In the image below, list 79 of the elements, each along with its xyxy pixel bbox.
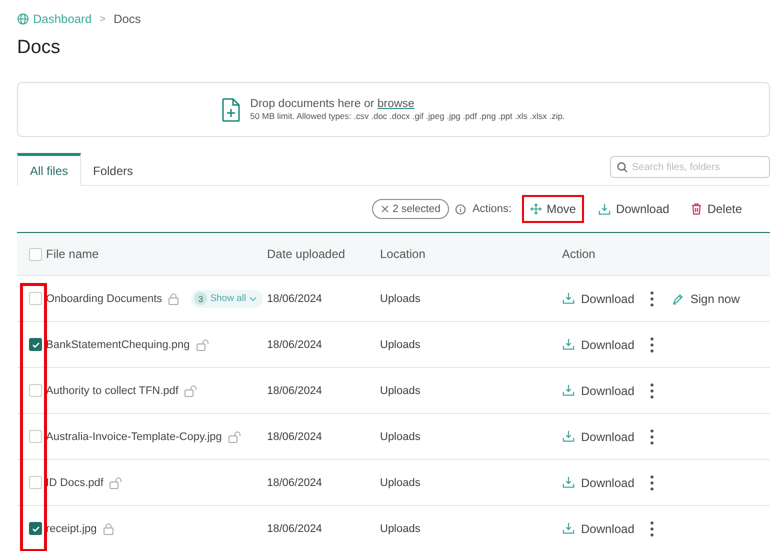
sign-now-button[interactable]: Sign now: [672, 292, 740, 306]
show-all-button[interactable]: 3 Show all: [191, 290, 264, 308]
action-button[interactable]: Download: [590, 195, 678, 223]
table-cell: 18/06/2024: [267, 522, 322, 534]
table-cell: 18/06/2024: [267, 338, 322, 350]
info-icon: [455, 204, 466, 214]
file-name[interactable]: BankStatementChequing.png: [46, 338, 190, 350]
close-icon: [380, 205, 389, 213]
breadcrumb-separator: >: [100, 14, 106, 24]
download-button[interactable]: Download: [562, 384, 634, 398]
unlocked-lock-icon: [109, 476, 124, 488]
clear-selection-chip[interactable]: 2 selected: [372, 199, 450, 219]
lock-icon: [102, 522, 114, 534]
more-icon[interactable]: [650, 520, 654, 536]
more-icon[interactable]: [650, 290, 654, 306]
check-icon: [30, 340, 40, 350]
download-icon: [562, 430, 575, 443]
file-name[interactable]: Onboarding Documents: [46, 292, 162, 304]
download-icon: [562, 384, 575, 397]
unlocked-lock-icon: [228, 430, 242, 442]
unlocked-lock-icon: [196, 338, 210, 350]
actions-label: Actions:: [472, 203, 512, 215]
tab[interactable]: All files: [17, 153, 82, 186]
tab[interactable]: Folders: [81, 153, 146, 185]
count-badge: 3: [194, 292, 208, 305]
table-cell: Uploads: [380, 430, 420, 442]
move-icon: [530, 203, 542, 215]
download-icon: [562, 522, 575, 535]
more-icon[interactable]: [650, 382, 654, 398]
download-icon: [562, 338, 575, 351]
drop-instruction: Drop documents here or browse: [250, 98, 416, 110]
more-icon[interactable]: [650, 336, 654, 352]
breadcrumb-current: Docs: [114, 12, 141, 26]
trash-icon: [691, 203, 702, 215]
file-name[interactable]: Authority to collect TFN.pdf: [46, 384, 178, 396]
allowed-types-hint: 50 MB limit. Allowed types: .csv .doc .docx .gif .jpeg .jpg .pdf .png .ppt .xls .xlsx .zip.: [250, 111, 565, 121]
download-button[interactable]: Download: [562, 430, 634, 444]
unlocked-lock-icon: [184, 384, 198, 396]
column-header: Action: [562, 247, 596, 261]
more-icon[interactable]: [650, 474, 654, 490]
chevron-down-icon: [249, 296, 258, 302]
check-icon: [30, 524, 40, 534]
lock-icon: [168, 292, 180, 304]
table-cell: 18/06/2024: [267, 476, 322, 488]
action-button[interactable]: Move: [522, 195, 584, 223]
page-title: Docs: [17, 37, 62, 60]
download-button[interactable]: Download: [562, 522, 634, 536]
table-cell: 18/06/2024: [267, 292, 322, 304]
row-checkbox[interactable]: [29, 522, 42, 535]
download-icon: [562, 292, 575, 305]
download-icon: [562, 476, 575, 489]
column-header: Location: [380, 247, 426, 261]
search-field[interactable]: Search files, folders: [610, 156, 770, 178]
download-icon: [598, 202, 611, 216]
table-cell: Uploads: [380, 522, 420, 534]
table-cell: Uploads: [380, 338, 420, 350]
column-header: File name: [46, 247, 99, 261]
download-button[interactable]: Download: [562, 292, 634, 306]
file-add-icon: [222, 98, 240, 122]
select-all-checkbox[interactable]: [29, 248, 42, 260]
file-name[interactable]: ID Docs.pdf: [46, 476, 104, 488]
row-checkbox[interactable]: [29, 338, 42, 351]
search-icon: [617, 162, 628, 173]
pen-icon: [672, 292, 684, 304]
file-name[interactable]: receipt.jpg: [46, 522, 97, 534]
column-header: Date uploaded: [267, 247, 346, 261]
file-name[interactable]: Australia-Invoice-Template-Copy.jpg: [46, 430, 222, 442]
table-cell: 18/06/2024: [267, 430, 322, 442]
download-button[interactable]: Download: [562, 476, 634, 490]
globe-icon: [17, 13, 29, 25]
more-icon[interactable]: [650, 428, 654, 444]
browse-link[interactable]: browse: [377, 98, 414, 110]
table-cell: Uploads: [380, 292, 420, 304]
table-cell: 18/06/2024: [267, 384, 322, 396]
table-cell: Uploads: [380, 384, 420, 396]
download-button[interactable]: Download: [562, 338, 634, 352]
table-cell: Uploads: [380, 476, 420, 488]
action-button[interactable]: Delete: [683, 195, 750, 223]
drop-zone[interactable]: Drop documents here or browse 50 MB limit. Allowed types: .csv .doc .docx .gif .jpeg .jpg .pdf .png .ppt .xls .xlsx .zip.: [17, 82, 770, 137]
